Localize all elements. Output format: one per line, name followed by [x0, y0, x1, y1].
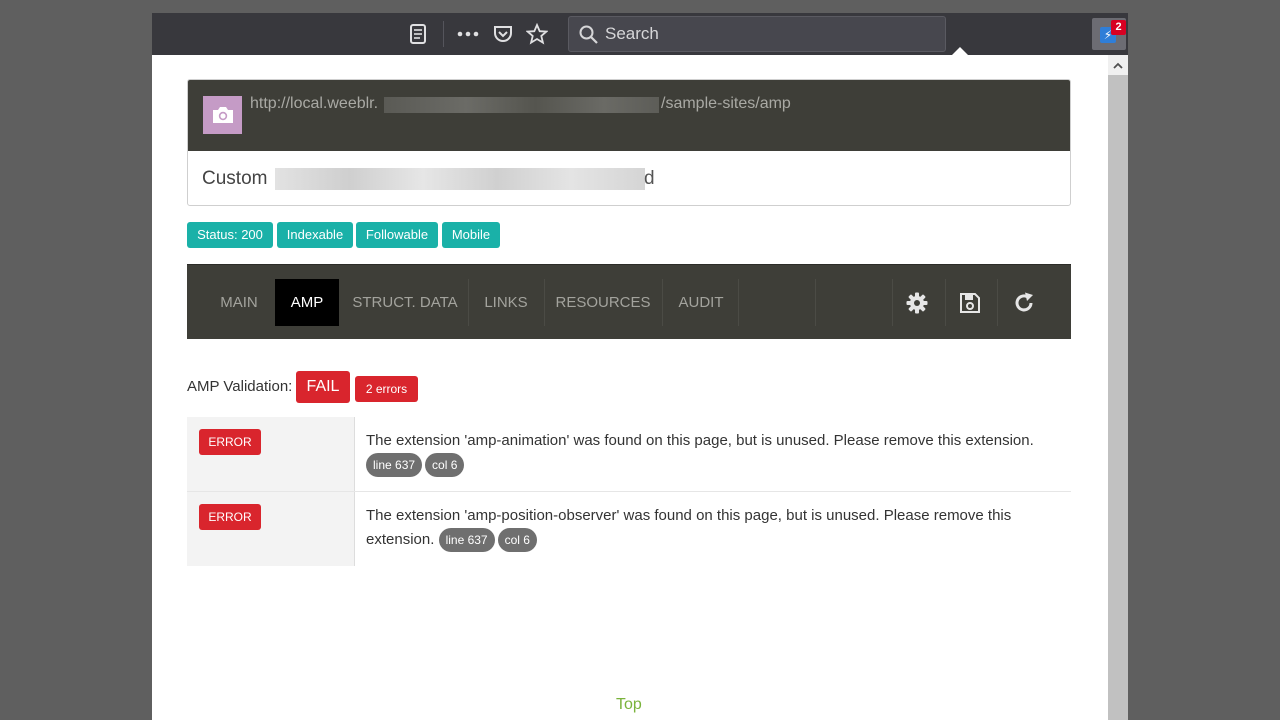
page-card: http://local.weeblr. /sample-sites/amp C…	[187, 79, 1071, 206]
tab-separator	[662, 279, 663, 326]
page-card-header: http://local.weeblr. /sample-sites/amp	[188, 80, 1070, 151]
browser-toolbar: ⚡ 2	[152, 13, 1128, 55]
error-message: The extension 'amp-position-observer' wa…	[366, 504, 1046, 553]
tab-links[interactable]: LINKS	[471, 279, 541, 326]
tab-separator	[815, 279, 816, 326]
tab-separator	[468, 279, 469, 326]
reader-view-icon[interactable]	[405, 22, 431, 46]
refresh-icon[interactable]	[999, 279, 1049, 326]
save-icon[interactable]	[945, 279, 995, 326]
page-url-prefix: http://local.weeblr.	[250, 95, 379, 112]
status-chip: Status: 200	[187, 222, 273, 248]
search-input[interactable]	[605, 23, 925, 45]
validation-result-badge: FAIL	[296, 371, 350, 403]
scrollbar-thumb[interactable]	[1108, 75, 1128, 720]
search-box[interactable]	[568, 16, 946, 52]
col-pill: col 6	[497, 528, 537, 553]
error-level-cell: ERROR	[187, 492, 355, 566]
line-pill: line 637	[438, 528, 495, 553]
page-title-tail: d	[644, 168, 655, 189]
extension-button[interactable]: ⚡ 2	[1092, 18, 1126, 50]
error-tag: ERROR	[199, 429, 261, 455]
followable-chip: Followable	[356, 222, 438, 248]
error-level-cell: ERROR	[187, 417, 355, 491]
tab-amp[interactable]: AMP	[275, 279, 339, 326]
tab-main[interactable]: MAIN	[205, 279, 273, 326]
url-redacted	[384, 97, 659, 113]
scroll-up-icon[interactable]	[1108, 55, 1128, 75]
error-row: ERROR The extension 'amp-position-observ…	[187, 492, 1071, 566]
camera-icon[interactable]	[203, 96, 242, 134]
amp-validation-label: AMP Validation:	[187, 378, 293, 395]
indexable-chip: Indexable	[277, 222, 353, 248]
tab-separator	[997, 279, 998, 326]
popup-arrow	[952, 47, 968, 55]
pocket-icon[interactable]	[490, 22, 516, 46]
extension-popup: http://local.weeblr. /sample-sites/amp C…	[152, 55, 1128, 720]
tab-resources[interactable]: RESOURCES	[547, 279, 659, 326]
tab-separator	[738, 279, 739, 326]
top-link[interactable]: Top	[616, 696, 642, 714]
more-actions-icon[interactable]	[455, 22, 481, 46]
title-redacted	[275, 168, 645, 190]
line-pill: line 637	[366, 453, 423, 478]
page-title: Custom	[202, 168, 268, 189]
mobile-chip: Mobile	[442, 222, 500, 248]
col-pill: col 6	[425, 453, 465, 478]
error-message: The extension 'amp-animation' was found …	[366, 429, 1046, 478]
error-count-badge: 2 errors	[355, 376, 418, 402]
error-row: ERROR The extension 'amp-animation' was …	[187, 417, 1071, 492]
error-tag: ERROR	[199, 504, 261, 530]
tab-separator	[544, 279, 545, 326]
tab-audit[interactable]: AUDIT	[665, 279, 737, 326]
search-icon	[579, 25, 598, 49]
extension-badge: 2	[1111, 20, 1126, 35]
settings-gear-icon[interactable]	[892, 279, 942, 326]
tab-bar: MAIN AMP STRUCT. DATA LINKS RESOURCES AU…	[187, 264, 1071, 339]
error-message-text: The extension 'amp-animation' was found …	[366, 432, 1034, 449]
page-url-suffix: /sample-sites/amp	[661, 95, 791, 112]
toolbar-separator	[443, 21, 444, 47]
tab-struct-data[interactable]: STRUCT. DATA	[345, 279, 465, 326]
bookmark-star-icon[interactable]	[524, 22, 550, 46]
